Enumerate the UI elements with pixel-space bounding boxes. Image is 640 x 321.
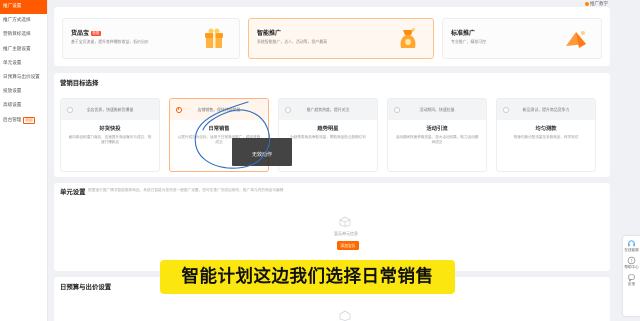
- goal-desc: 面向新品和潜力商品，迅速提升商品曝光与成交，快速打爆新品: [68, 135, 152, 144]
- sidebar-item-advanced[interactable]: 高级设置: [0, 99, 47, 113]
- goal-radio-selected[interactable]: [176, 106, 182, 113]
- goal-radio[interactable]: [67, 106, 73, 113]
- headset-icon: [628, 240, 635, 247]
- promo-type-title: 智能推广: [257, 30, 282, 37]
- goal-name: 趋势明星: [317, 126, 339, 132]
- sidebar-item-label: 后台管理: [3, 117, 22, 123]
- goal-name: 日常销售: [208, 126, 230, 132]
- video-subtitle: 智能计划这边我们选择日常销售: [160, 260, 455, 294]
- online-service-button[interactable]: 在线客服: [623, 239, 640, 253]
- sidebar-item-label: 推广主题设置: [3, 46, 31, 52]
- goal-title: 营销目标选择: [60, 79, 99, 87]
- tool-label: 反馈: [627, 282, 636, 286]
- goal-desc: 快速均衡分配流量至多款商品，科学测试: [513, 135, 579, 139]
- goal-radio[interactable]: [503, 106, 509, 113]
- sidebar-item-label: 投放设置: [3, 89, 22, 95]
- question-icon: ?: [627, 256, 636, 264]
- help-center-button[interactable]: ? 帮助中心: [623, 256, 640, 270]
- invalid-action-tooltip: 无效动作: [232, 138, 292, 166]
- promo-type-title: 标准推广: [451, 30, 476, 37]
- promo-type-card-smart[interactable]: 智能推广 系统智能推广，达人、活动等，投产最高: [248, 18, 434, 59]
- add-item-button[interactable]: 添加宝贝: [337, 241, 359, 250]
- feedback-button[interactable]: 反馈: [623, 273, 640, 287]
- tool-label: 帮助中心: [624, 265, 639, 269]
- goal-card-trend[interactable]: 推广趋势热度，提升关注 趋势明星 为趋势类商品争取流量，帮助商品抢占趋势红利: [278, 98, 378, 172]
- sidebar-item-goal[interactable]: 营销目标选择: [0, 28, 47, 42]
- goal-name: 均匀测款: [535, 126, 557, 132]
- goal-radio[interactable]: [285, 106, 291, 113]
- sidebar-item-label: 单元设置: [3, 60, 22, 66]
- tool-label: 在线客服: [624, 248, 639, 252]
- goal-radio[interactable]: [394, 106, 400, 113]
- unit-hint: 根据宝贝推广情况智能推荐商品，系统已智能为您完成一键推广设置，您可在推广完成后修…: [88, 188, 284, 192]
- bid-title: 日预算与出价设置: [60, 283, 112, 291]
- sidebar-item-label: 推广方式选择: [3, 18, 31, 24]
- goal-head: 店铺销售，保持持续销量: [197, 107, 241, 112]
- empty-box-icon: [339, 216, 351, 227]
- goal-card-activity[interactable]: 活动期间，快速拉量 活动引流 活动期间快速获取流量，放大活动效果，助力活动期间成…: [387, 98, 487, 172]
- gift-box-icon: [205, 28, 223, 48]
- sidebar-item-label: 高级设置: [3, 103, 22, 109]
- help-icon: [585, 1, 589, 6]
- promo-type-panel: 货品宝 首推 基于宝贝流量，提升各种爆款收益，低价出价 智能推广 系统智能推广，达…: [54, 7, 610, 66]
- unit-title: 单元设置: [60, 188, 86, 196]
- feedback-icon: [628, 274, 635, 282]
- sidebar-item-label: 推广设置: [3, 4, 22, 9]
- empty-text: 暂无单元信息: [334, 231, 358, 236]
- goal-card-test[interactable]: 新品测试，提升商品竞争力 均匀测款 快速均衡分配流量至多款商品，科学测试: [496, 98, 596, 172]
- sidebar-item-budget[interactable]: 日预算与出价设置: [0, 71, 47, 85]
- goal-head: 新品测试，提升商品竞争力: [522, 107, 570, 112]
- goal-desc: 活动期间快速获取流量，放大活动效果，助力活动期间成交: [395, 135, 479, 144]
- promo-type-desc: 基于宝贝流量，提升各种爆款收益，低价出价: [71, 39, 149, 44]
- goal-name: 好货快投: [99, 126, 121, 132]
- promo-type-desc: 专业推广，精准可控: [451, 39, 487, 44]
- goal-head: 推广趋势热度，提升关注: [306, 107, 350, 112]
- goal-head: 全店优质，快速推新货爆量: [86, 107, 134, 112]
- sidebar-item-theme[interactable]: 推广主题设置: [0, 43, 47, 57]
- sidebar-item-unit[interactable]: 单元设置: [0, 57, 47, 71]
- right-tool-panel: 在线客服 ? 帮助中心 反馈: [623, 236, 640, 316]
- cone-icon: [566, 31, 586, 48]
- goal-name: 活动引流: [426, 126, 448, 132]
- sidebar-item-manage[interactable]: 后台管理 收起: [0, 114, 47, 128]
- unit-panel: 单元设置 根据宝贝推广情况智能推荐商品，系统已智能为您完成一键推广设置，您可在推…: [54, 183, 610, 271]
- empty-box-icon: [339, 310, 351, 321]
- promo-type-card-goods[interactable]: 货品宝 首推 基于宝贝流量，提升各种爆款收益，低价出价: [62, 18, 240, 59]
- promo-type-title: 货品宝 首推: [71, 30, 101, 37]
- recommend-tag: 首推: [91, 31, 101, 36]
- sidebar-item-label: 日预算与出价设置: [3, 74, 40, 80]
- sidebar-item-delivery[interactable]: 投放设置: [0, 85, 47, 99]
- left-sidebar: 推广设置 推广方式选择 营销目标选择 推广主题设置 单元设置 日预算与出价设置 …: [0, 0, 48, 321]
- goal-panel: 营销目标选择 全店优质，快速推新货爆量 好货快投 面向新品和潜力商品，迅速提升商…: [54, 73, 610, 177]
- sidebar-item-label: 营销目标选择: [3, 32, 31, 38]
- goal-desc: 为趋势类商品争取流量，帮助商品抢占趋势红利: [290, 135, 366, 139]
- sidebar-item-promo-method[interactable]: 推广方式选择: [0, 14, 47, 28]
- sidebar-item-promo-settings[interactable]: 推广设置: [0, 0, 47, 15]
- money-bag-icon: [400, 27, 416, 48]
- goal-card-fast[interactable]: 全店优质，快速推新货爆量 好货快投 面向新品和潜力商品，迅速提升商品曝光与成交，…: [60, 98, 160, 172]
- collapse-badge[interactable]: 收起: [23, 116, 35, 124]
- promo-type-card-standard[interactable]: 标准推广 专业推广，精准可控: [442, 18, 602, 59]
- goal-head: 活动期间，快速拉量: [419, 107, 455, 112]
- promo-type-desc: 系统智能推广，达人、活动等，投产最高: [257, 39, 328, 44]
